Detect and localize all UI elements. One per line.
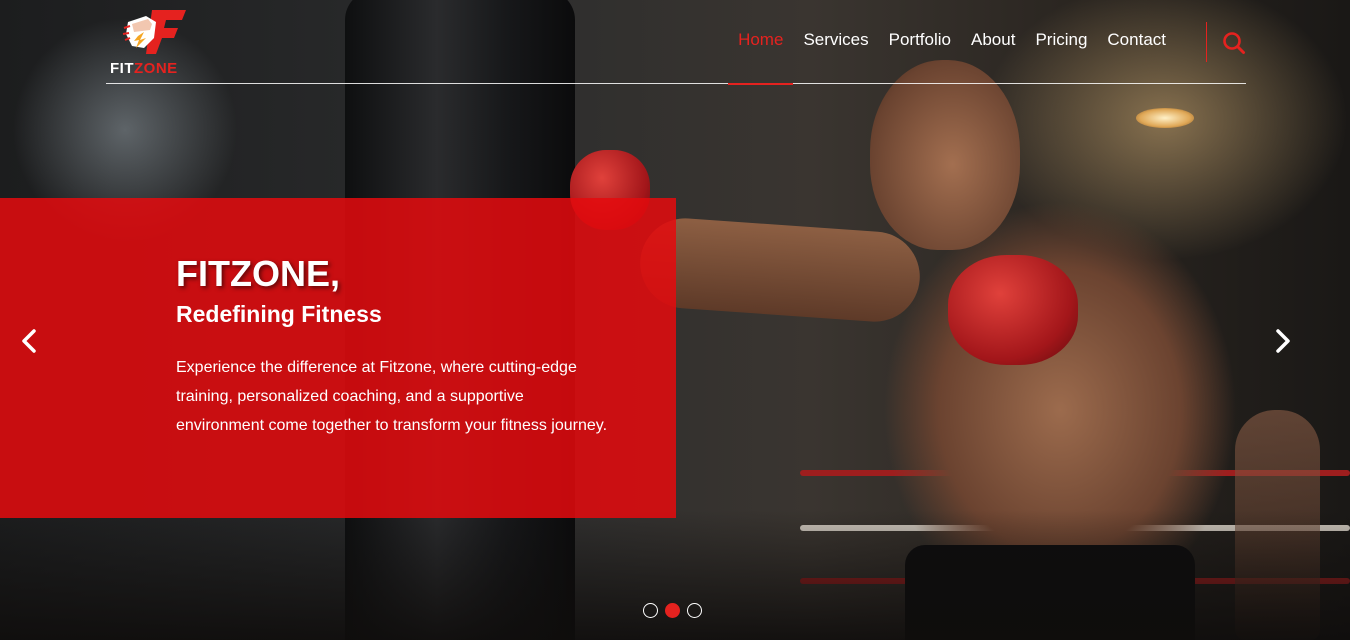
carousel-indicator-2[interactable]: [665, 603, 680, 618]
carousel-indicators: [643, 603, 702, 618]
carousel-next-button[interactable]: [1267, 326, 1297, 356]
fist-logo-icon: [122, 10, 186, 54]
logo-wordmark: FITZONE: [110, 60, 178, 77]
nav-item-services[interactable]: Services: [803, 30, 868, 50]
hero-title: FITZONE,: [176, 253, 340, 294]
nav-item-home[interactable]: Home: [727, 30, 794, 85]
carousel-indicator-3[interactable]: [687, 603, 702, 618]
logo[interactable]: FITZONE: [106, 6, 206, 77]
ceiling-lamp: [1136, 108, 1194, 128]
nav-item-portfolio[interactable]: Portfolio: [889, 30, 951, 50]
search-button[interactable]: [1221, 30, 1247, 56]
carousel-prev-button[interactable]: [15, 326, 45, 356]
carousel-indicator-1[interactable]: [643, 603, 658, 618]
nav-item-contact[interactable]: Contact: [1107, 30, 1166, 50]
site-header: FITZONE Home Services Portfolio About Pr…: [106, 0, 1247, 85]
nav-divider: [1206, 22, 1207, 62]
hero-description: Experience the difference at Fitzone, wh…: [176, 359, 608, 434]
boxing-glove: [948, 255, 1078, 365]
boxer-head: [870, 60, 1020, 250]
hero-caption-box: FITZONE, Redefining Fitness Experience t…: [0, 198, 676, 518]
floor-shadow: [0, 510, 1350, 640]
nav-item-about[interactable]: About: [971, 30, 1015, 50]
search-icon: [1223, 32, 1245, 54]
chevron-right-icon: [1276, 329, 1290, 353]
chevron-left-icon: [22, 329, 36, 353]
main-nav: Home Services Portfolio About Pricing Co…: [727, 30, 1166, 85]
hero-subtitle: Redefining Fitness: [176, 301, 382, 327]
nav-item-pricing[interactable]: Pricing: [1035, 30, 1087, 50]
